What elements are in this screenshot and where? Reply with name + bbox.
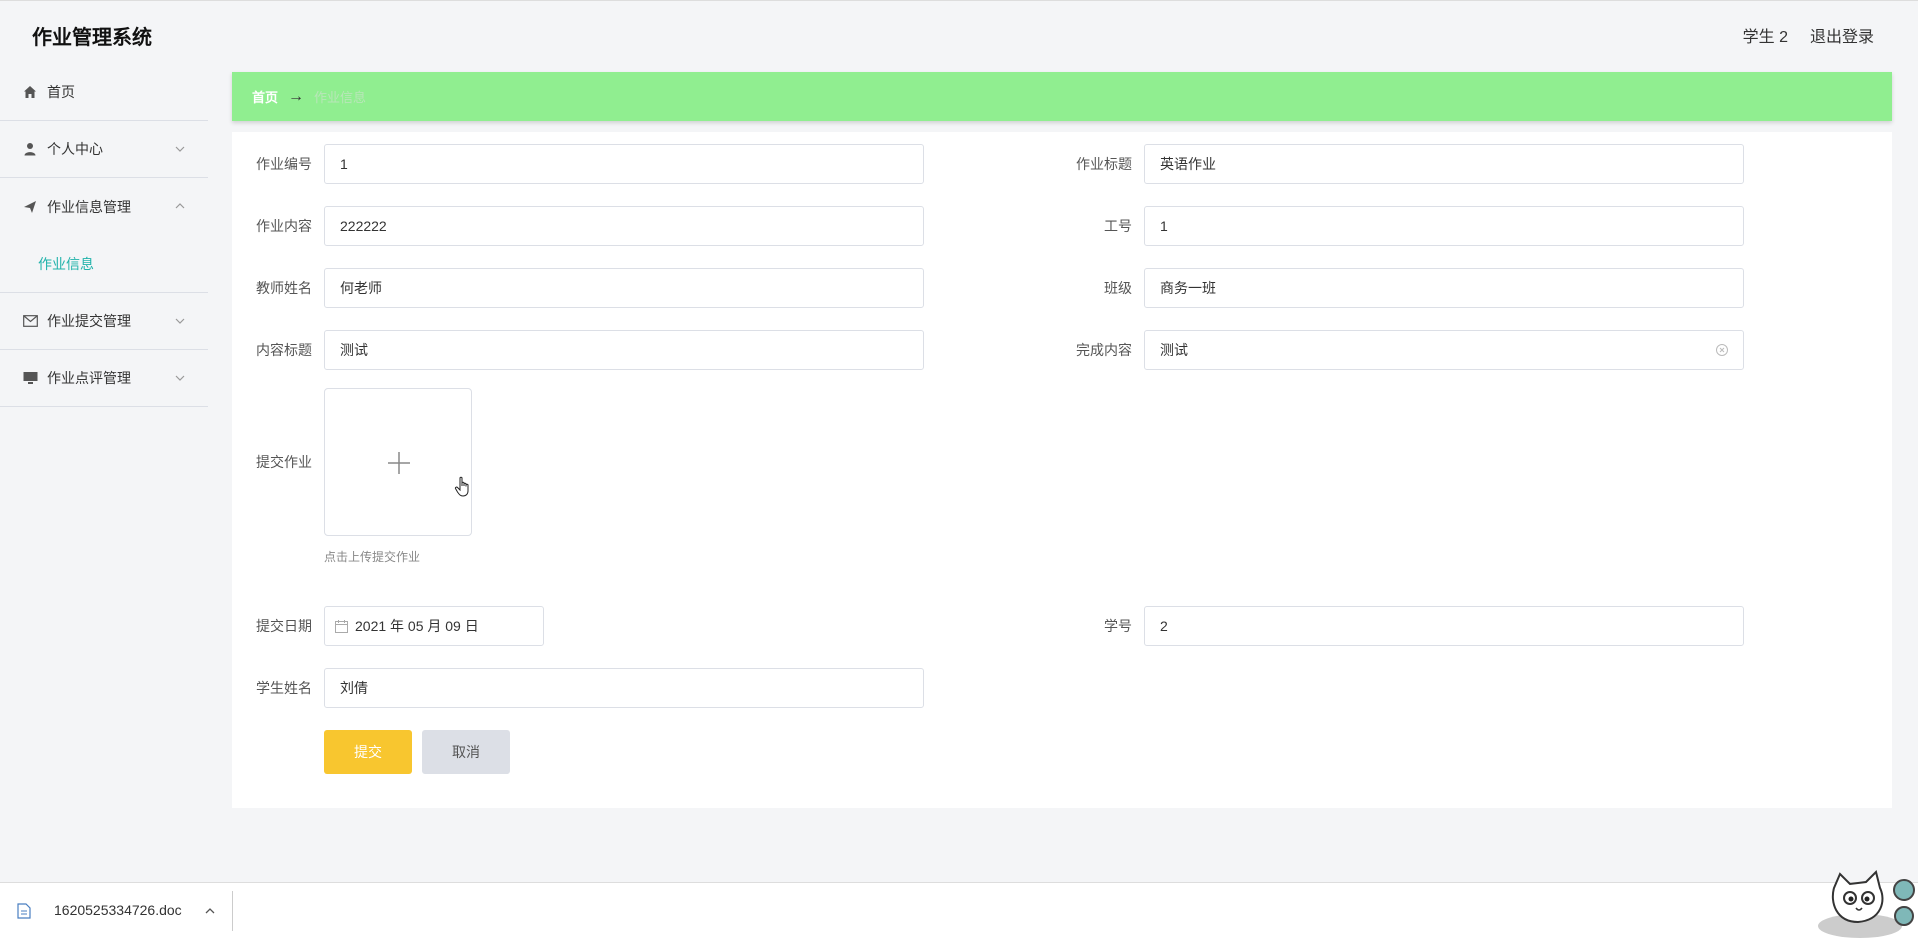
chevron-down-icon: [175, 318, 185, 324]
calendar-icon: [335, 620, 348, 633]
document-file-icon[interactable]: [17, 903, 31, 919]
staff-no-input[interactable]: 1: [1144, 206, 1744, 246]
hand-cursor-icon: [454, 476, 469, 497]
teacher-name-label: 教师姓名: [256, 280, 312, 296]
mascot-icon: [1818, 870, 1915, 938]
send-icon: [22, 199, 38, 215]
class-label: 班级: [1104, 280, 1132, 296]
logout-link[interactable]: 退出登录: [1810, 23, 1874, 47]
chevron-down-icon: [175, 146, 185, 152]
breadcrumb-separator: →: [288, 87, 305, 105]
mail-icon: [22, 313, 38, 329]
breadcrumb: 首页 → 作业信息: [232, 72, 1892, 121]
form-row: 作业内容 222222 工号 1: [232, 206, 1892, 246]
student-no-input[interactable]: 2: [1144, 606, 1744, 646]
staff-no-label: 工号: [1104, 218, 1132, 234]
homework-content-input[interactable]: 222222: [324, 206, 924, 246]
breadcrumb-home[interactable]: 首页: [252, 87, 278, 106]
sidebar-item-label: 作业信息管理: [47, 198, 131, 215]
sidebar-item-home[interactable]: 首页: [0, 64, 208, 121]
completed-content-value: 测试: [1160, 342, 1188, 358]
homework-title-input[interactable]: 英语作业: [1144, 144, 1744, 184]
monitor-icon: [22, 370, 38, 386]
sidebar-item-label: 首页: [47, 84, 75, 100]
homework-title-label: 作业标题: [1076, 156, 1132, 172]
sidebar-item-review[interactable]: 作业点评管理: [0, 350, 208, 407]
sidebar-item-label: 作业提交管理: [47, 313, 131, 329]
student-name-input[interactable]: 刘倩: [324, 668, 924, 708]
sidebar: 首页 个人中心 作业信息管理 作业信息 作业提交管理 作业点评管理: [0, 64, 208, 882]
sidebar-item-label: 个人中心: [47, 141, 103, 157]
completed-content-label: 完成内容: [1076, 342, 1132, 358]
chevron-up-icon[interactable]: [204, 905, 216, 917]
submit-button[interactable]: 提交: [324, 730, 412, 774]
form-row: 学生姓名 刘倩: [232, 668, 1892, 708]
header-user-area: 学生 2 退出登录: [1743, 23, 1874, 47]
download-bar: 1620525334726.doc: [0, 882, 1918, 938]
homework-content-label: 作业内容: [256, 218, 312, 234]
cancel-button[interactable]: 取消: [422, 730, 510, 774]
sidebar-subitem-homework-info[interactable]: 作业信息: [0, 235, 208, 293]
upload-homework-box[interactable]: [324, 388, 472, 536]
submit-homework-label: 提交作业: [256, 454, 312, 470]
sidebar-item-submission[interactable]: 作业提交管理: [0, 293, 208, 350]
breadcrumb-current: 作业信息: [314, 90, 367, 105]
submit-date-label: 提交日期: [256, 618, 312, 634]
user-icon: [22, 141, 38, 157]
completed-content-input[interactable]: 测试: [1144, 330, 1744, 370]
homework-no-input[interactable]: 1: [324, 144, 924, 184]
sidebar-item-homework-info[interactable]: 作业信息管理: [0, 178, 208, 235]
teacher-name-input[interactable]: 何老师: [324, 268, 924, 308]
class-input[interactable]: 商务一班: [1144, 268, 1744, 308]
download-file-name[interactable]: 1620525334726.doc: [54, 902, 182, 918]
clear-icon[interactable]: [1715, 343, 1729, 357]
homework-form: 作业编号 1 作业标题 英语作业 作业内容 222222 工号 1 教师姓名 何…: [232, 132, 1892, 808]
chevron-down-icon: [175, 375, 185, 381]
chevron-up-icon: [175, 203, 185, 209]
submit-date-value: 2021 年 05 月 09 日: [355, 618, 479, 634]
form-row: 教师姓名 何老师 班级 商务一班: [232, 268, 1892, 308]
sidebar-item-personal-center[interactable]: 个人中心: [0, 121, 208, 178]
home-icon: [22, 84, 38, 100]
form-row: 提交日期 2021 年 05 月 09 日 学号 2: [232, 606, 1892, 646]
download-divider: [232, 891, 233, 931]
student-no-label: 学号: [1104, 618, 1132, 634]
user-label[interactable]: 学生 2: [1743, 23, 1788, 47]
form-row: 作业编号 1 作业标题 英语作业: [232, 144, 1892, 184]
app-title: 作业管理系统: [32, 27, 152, 49]
content-title-label: 内容标题: [256, 342, 312, 358]
homework-no-label: 作业编号: [256, 156, 312, 172]
sidebar-item-label: 作业点评管理: [47, 370, 131, 386]
main-content: 首页 → 作业信息 作业编号 1 作业标题 英语作业 作业内容 222222 工…: [208, 64, 1918, 882]
form-row: 内容标题 测试 完成内容 测试: [232, 330, 1892, 370]
upload-tip: 点击上传提交作业: [324, 550, 421, 564]
submit-date-picker[interactable]: 2021 年 05 月 09 日: [324, 606, 544, 646]
content-title-input[interactable]: 测试: [324, 330, 924, 370]
plus-icon: [388, 452, 410, 474]
student-name-label: 学生姓名: [256, 680, 312, 696]
top-header: 作业管理系统 学生 2 退出登录: [0, 0, 1918, 64]
